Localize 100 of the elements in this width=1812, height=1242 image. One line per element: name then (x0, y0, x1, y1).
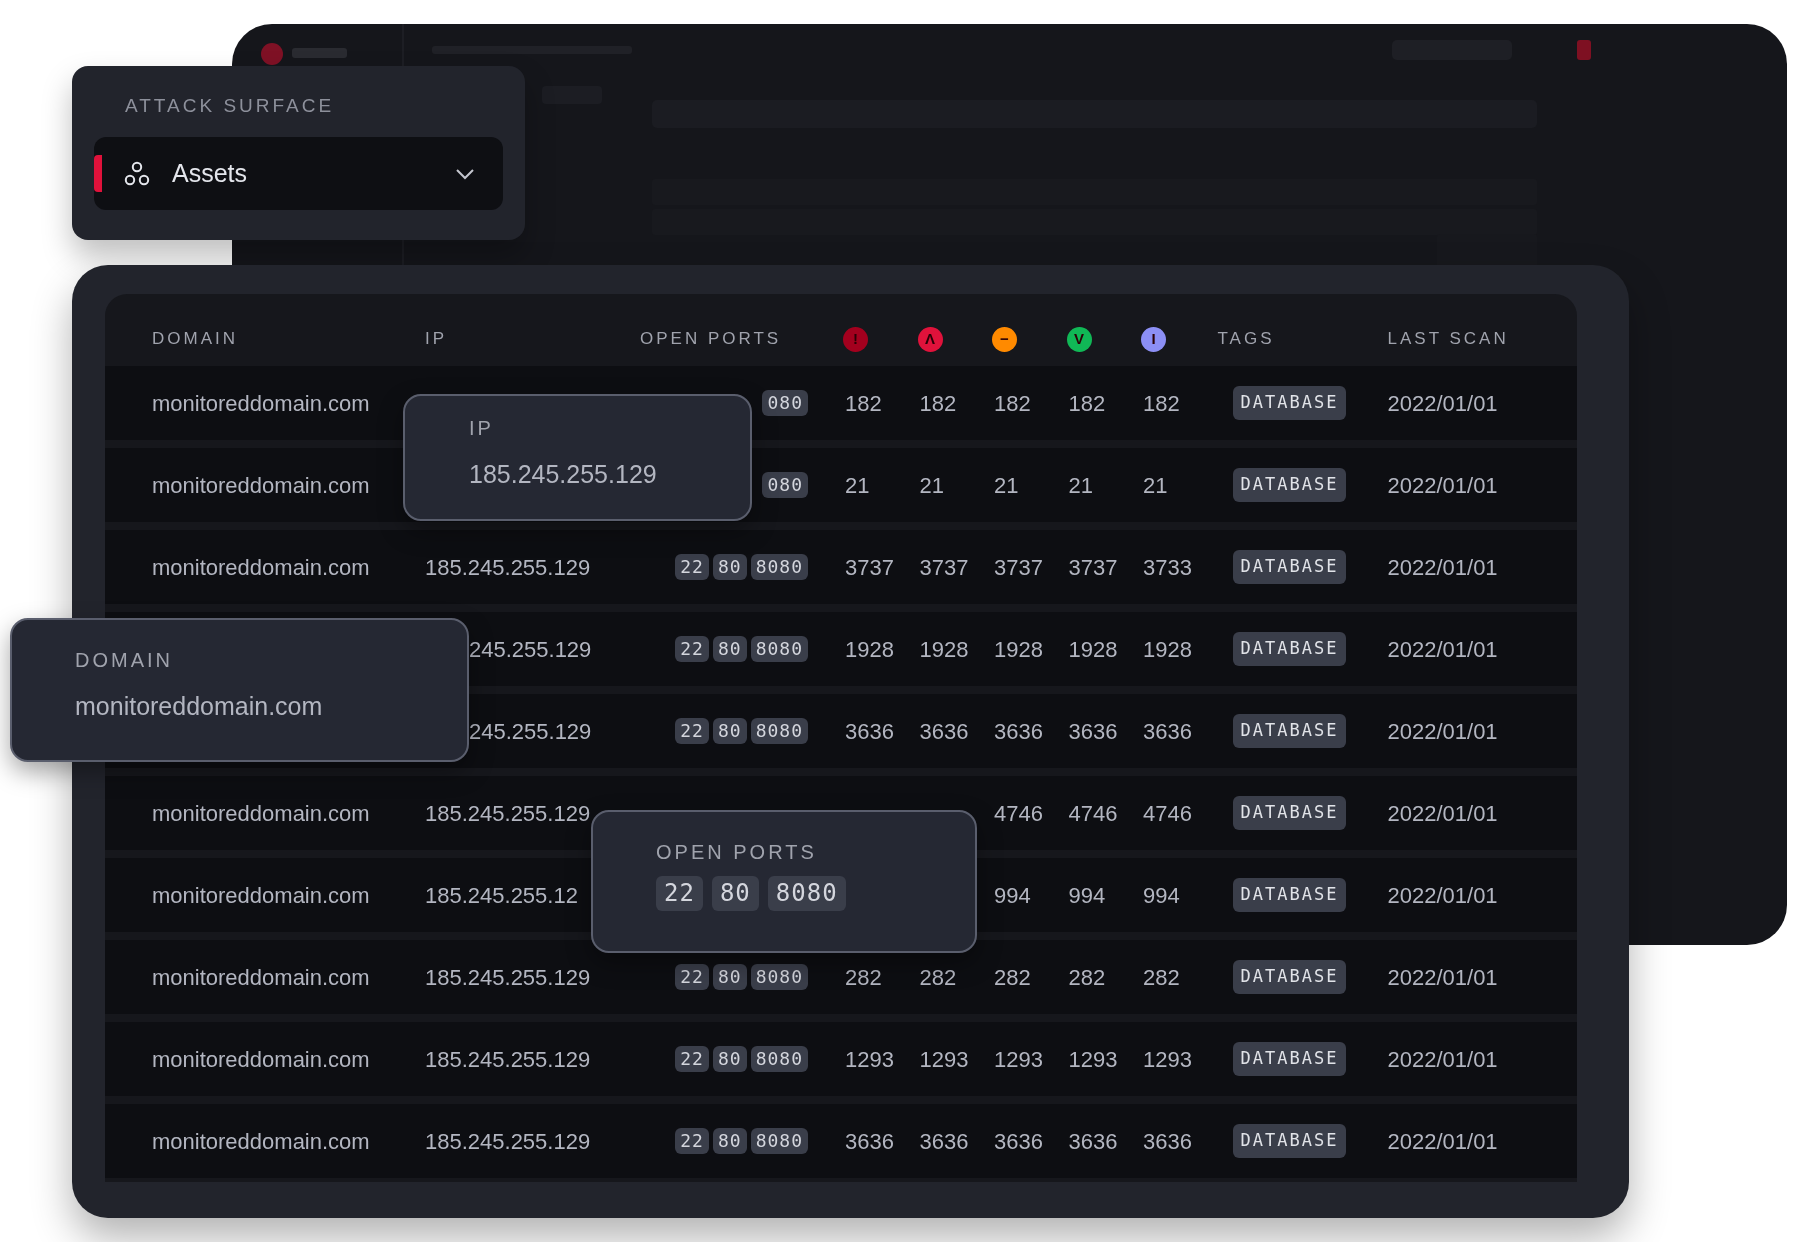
port-badge: 8080 (750, 636, 808, 662)
group-icon (124, 160, 150, 187)
count-cell: 21 (1143, 472, 1168, 498)
tag-badge: DATABASE (1232, 878, 1347, 912)
ip-cell: 185.245.255.129 (425, 1046, 591, 1072)
count-cell: 1928 (845, 636, 894, 662)
port-badge: 80 (711, 876, 759, 911)
count-cell: 21 (845, 472, 870, 498)
count-cell: 3636 (994, 1128, 1043, 1154)
severity-icon: I (1141, 326, 1166, 352)
count-cell: 182 (994, 390, 1031, 416)
tag-badge: DATABASE (1232, 796, 1347, 830)
count-cell: 3636 (845, 1128, 894, 1154)
ip-cell: 245.255.129 (469, 636, 592, 662)
ip-cell: 185.245.255.12 (425, 882, 578, 908)
severity-icon: ! (843, 326, 868, 352)
count-cell: 3737 (845, 554, 894, 580)
count-cell: 1293 (845, 1046, 894, 1072)
severity-icon: Λ (917, 326, 943, 352)
tooltip-label: OPEN PORTS (656, 842, 818, 862)
count-cell: 282 (994, 964, 1031, 990)
ip-cell: 185.245.255.129 (425, 964, 591, 990)
ip-cell: 185.245.255.129 (425, 800, 591, 826)
count-cell: 21 (1068, 472, 1093, 498)
count-cell: 282 (919, 964, 957, 990)
port-badge: 8080 (767, 876, 846, 911)
count-cell: 182 (1068, 390, 1106, 416)
count-cell: 4746 (1143, 800, 1192, 826)
port-badge: 22 (675, 718, 709, 744)
tooltip-value: 185.245.255.129 (469, 459, 658, 490)
domain-cell: monitoreddomain.com (152, 1128, 370, 1154)
domain-cell: monitoreddomain.com (152, 554, 370, 580)
assets-menu-item[interactable]: Assets (94, 137, 503, 210)
count-cell: 994 (994, 882, 1031, 908)
severity-icon: V (1066, 326, 1092, 352)
tag-badge: DATABASE (1232, 960, 1347, 994)
port-badge: 22 (675, 964, 709, 990)
tag-badge: DATABASE (1232, 714, 1347, 748)
ip-cell: 245.255.129 (469, 718, 592, 744)
count-cell: 4746 (1068, 800, 1118, 826)
port-badge: 80 (712, 1046, 747, 1072)
date-cell: 2022/01/01 (1387, 964, 1498, 990)
domain-cell: monitoreddomain.com (152, 472, 370, 498)
chevron-down-icon (455, 167, 475, 180)
count-cell: 21 (994, 472, 1019, 498)
date-cell: 2022/01/01 (1387, 800, 1498, 826)
port-badge: 22 (675, 1128, 709, 1154)
port-badge: 080 (762, 390, 808, 416)
count-cell: 1293 (919, 1046, 969, 1072)
count-cell: 282 (1068, 964, 1106, 990)
domain-cell: monitoreddomain.com (152, 1046, 370, 1072)
count-cell: 3636 (1068, 1128, 1118, 1154)
column-header: OPEN PORTS (640, 329, 782, 349)
count-cell: 3737 (919, 554, 969, 580)
count-cell: 282 (845, 964, 882, 990)
tag-badge: DATABASE (1232, 1124, 1347, 1158)
port-badge: 22 (675, 554, 709, 580)
port-badge: 22 (675, 636, 709, 662)
date-cell: 2022/01/01 (1387, 882, 1498, 908)
port-badge: 080 (762, 472, 808, 498)
count-cell: 4746 (994, 800, 1043, 826)
date-cell: 2022/01/01 (1387, 1046, 1498, 1072)
tag-badge: DATABASE (1232, 468, 1347, 502)
count-cell: 21 (919, 472, 944, 498)
count-cell: 1293 (994, 1046, 1043, 1072)
tooltip-label: IP (469, 418, 495, 438)
port-badge: 80 (712, 554, 747, 580)
date-cell: 2022/01/01 (1387, 554, 1498, 580)
count-cell: 994 (1068, 882, 1106, 908)
section-label: ATTACK SURFACE (125, 96, 336, 115)
port-badge: 8080 (750, 718, 808, 744)
count-cell: 182 (1143, 390, 1180, 416)
port-badge: 22 (675, 1046, 709, 1072)
date-cell: 2022/01/01 (1387, 390, 1498, 416)
port-badge: 80 (712, 1128, 747, 1154)
date-cell: 2022/01/01 (1387, 1128, 1498, 1154)
column-header: TAGS (1217, 329, 1275, 349)
count-cell: 3636 (919, 718, 969, 744)
domain-cell: monitoreddomain.com (152, 800, 370, 826)
tag-badge: DATABASE (1232, 632, 1347, 666)
port-badge: 8080 (750, 964, 808, 990)
port-badge: 8080 (750, 1046, 808, 1072)
tag-badge: DATABASE (1232, 1042, 1347, 1076)
count-cell: 1928 (1143, 636, 1192, 662)
column-header: LAST SCAN (1387, 329, 1509, 349)
port-badge: 8080 (750, 554, 808, 580)
count-cell: 3636 (845, 718, 894, 744)
severity-icon: − (992, 326, 1017, 352)
count-cell: 3636 (1143, 1128, 1192, 1154)
port-badge: 80 (712, 718, 747, 744)
count-cell: 3636 (919, 1128, 969, 1154)
domain-cell: monitoreddomain.com (152, 964, 370, 990)
port-badge: 8080 (750, 1128, 808, 1154)
column-header: IP (425, 329, 448, 349)
count-cell: 3733 (1143, 554, 1192, 580)
count-cell: 282 (1143, 964, 1180, 990)
domain-cell: monitoreddomain.com (152, 390, 370, 416)
tag-badge: DATABASE (1232, 386, 1347, 420)
count-cell: 3737 (994, 554, 1043, 580)
port-badge: 22 (656, 876, 703, 911)
